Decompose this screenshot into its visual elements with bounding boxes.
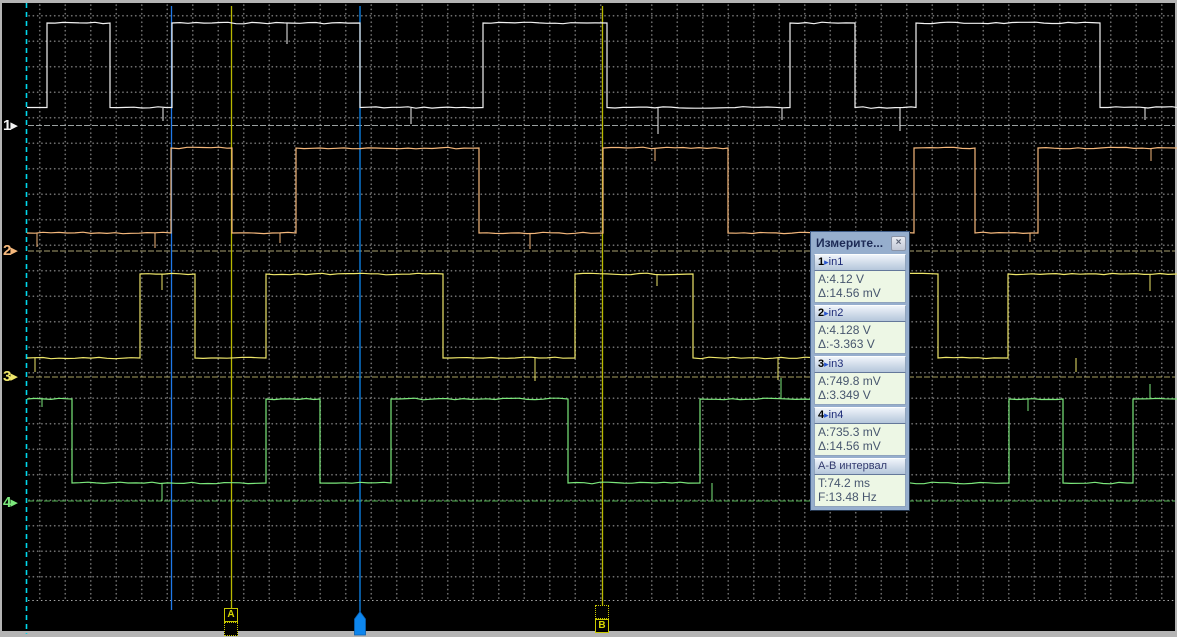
in1-amplitude: A:4.12 V — [818, 272, 865, 286]
measure-values-in3: A:749.8 mV Δ:3.349 V — [814, 373, 906, 405]
measurements-panel-title: Измерите... — [816, 236, 884, 250]
cursor-b-slot[interactable] — [595, 605, 609, 619]
measure-header-in3[interactable]: 3▸in3 — [814, 356, 906, 373]
channel-4-marker[interactable]: 4▸ — [3, 494, 27, 512]
in3-delta: Δ:3.349 V — [818, 388, 871, 402]
in4-amplitude: A:735.3 mV — [818, 425, 881, 439]
close-icon[interactable]: × — [891, 235, 906, 251]
in2-delta: Δ:-3.363 V — [818, 337, 875, 351]
measure-header-in2[interactable]: 2▸in2 — [814, 305, 906, 322]
channel-2-marker[interactable]: 2▸ — [3, 242, 27, 260]
measure-header-in4[interactable]: 4▸in4 — [814, 407, 906, 424]
in3-amplitude: A:749.8 mV — [818, 374, 881, 388]
in4-delta: Δ:14.56 mV — [818, 439, 881, 453]
waveform-canvas — [25, 3, 1177, 636]
cursor-a-handle[interactable]: A — [224, 608, 238, 622]
measure-header-in1[interactable]: 1▸in1 — [814, 254, 906, 271]
cursor-a-slot[interactable] — [224, 622, 238, 636]
trigger-flag-icon[interactable] — [354, 610, 366, 636]
in2-amplitude: A:4.128 V — [818, 323, 871, 337]
measure-values-in2: A:4.128 V Δ:-3.363 V — [814, 322, 906, 354]
ab-period: T:74.2 ms — [818, 476, 871, 490]
measurements-panel-titlebar[interactable]: Измерите... × — [814, 234, 906, 252]
channel-3-marker[interactable]: 3▸ — [3, 368, 27, 386]
ab-frequency: F:13.48 Hz — [818, 490, 877, 504]
in1-delta: Δ:14.56 mV — [818, 286, 881, 300]
measure-header-ab-interval[interactable]: А-В интервал — [814, 458, 906, 475]
measurements-panel: Измерите... × 1▸in1 A:4.12 V Δ:14.56 mV … — [810, 231, 910, 511]
measure-values-in1: A:4.12 V Δ:14.56 mV — [814, 271, 906, 303]
measure-values-ab-interval: T:74.2 ms F:13.48 Hz — [814, 475, 906, 507]
measure-values-in4: A:735.3 mV Δ:14.56 mV — [814, 424, 906, 456]
channel-1-marker[interactable]: 1▸ — [3, 117, 27, 135]
cursor-b-handle[interactable]: B — [595, 619, 609, 633]
oscilloscope-window: 1▸ 2▸ 3▸ 4▸ A B Измерите... × 1▸in1 A:4.… — [0, 0, 1177, 637]
